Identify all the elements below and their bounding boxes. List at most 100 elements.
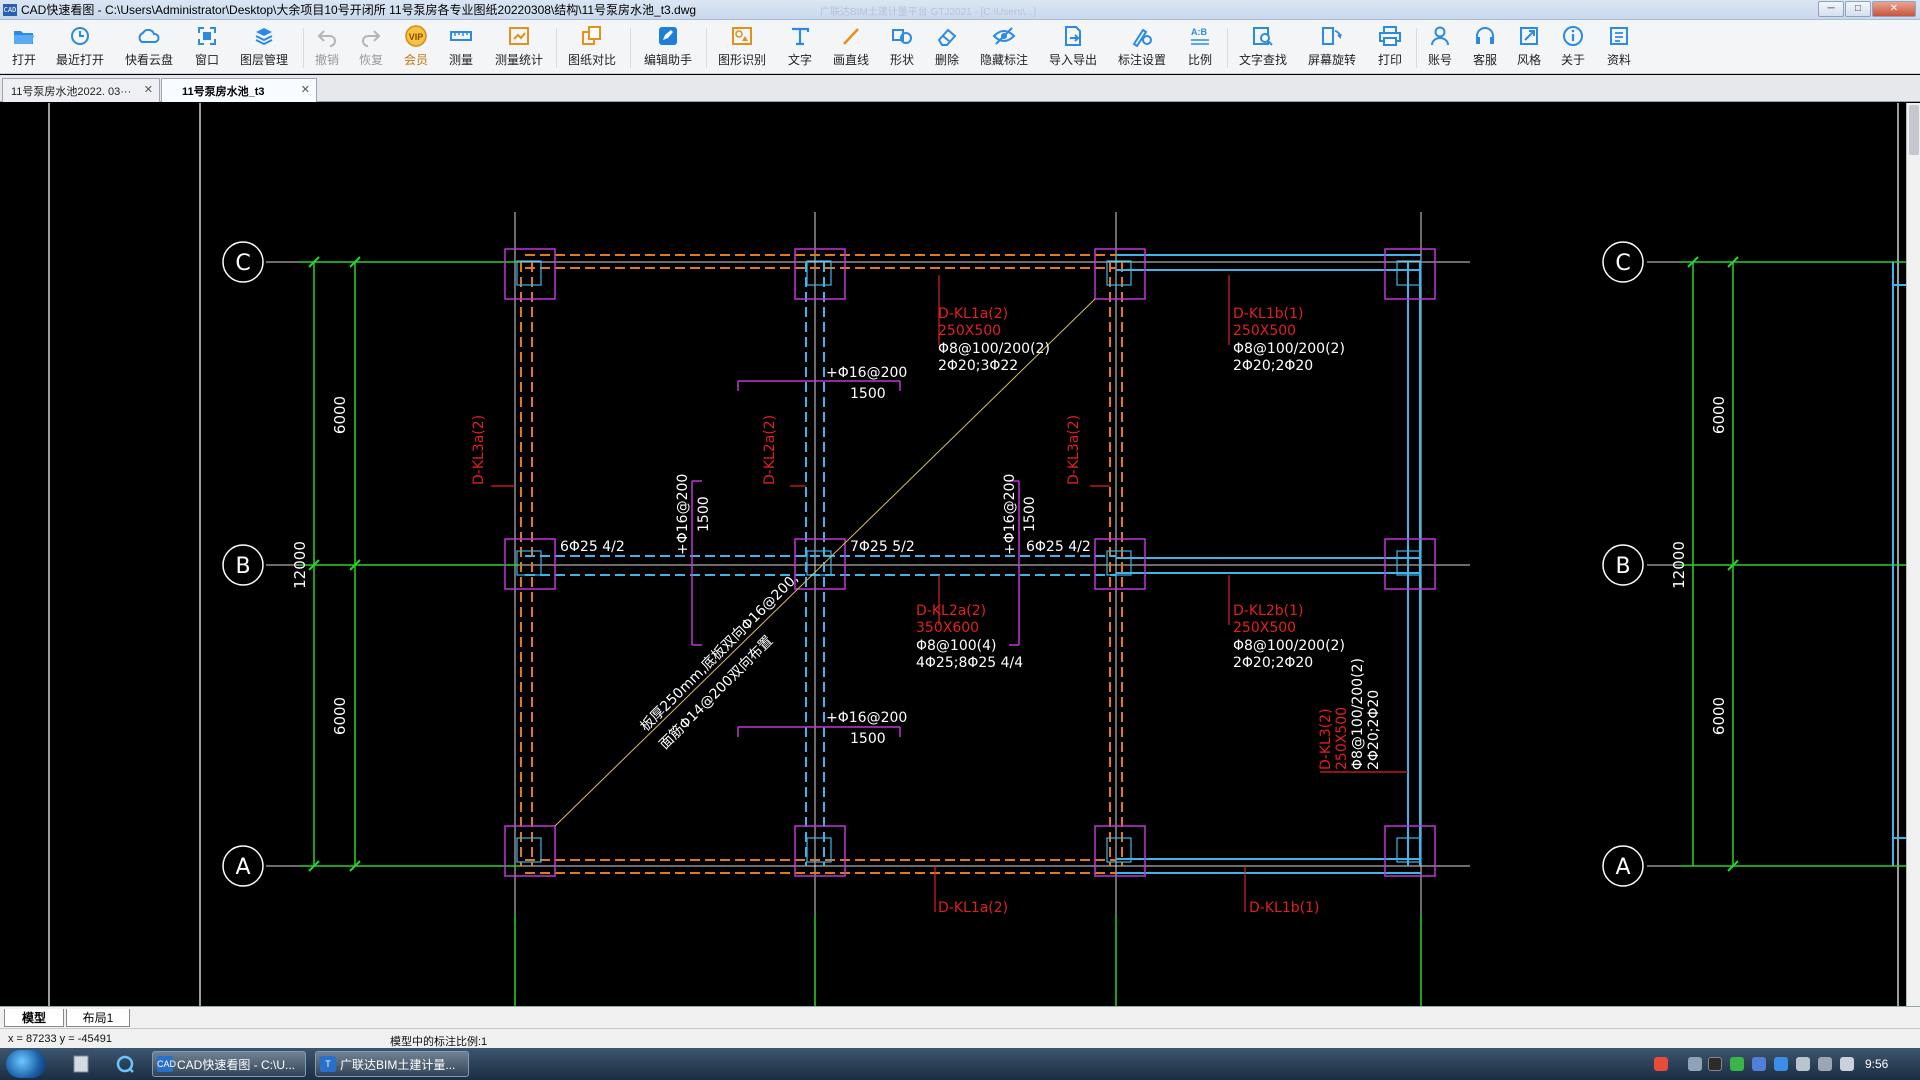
axis-label-b-right: B — [1615, 554, 1630, 579]
about-label: 关于 — [1560, 53, 1585, 67]
measure-stats-button[interactable]: 测量统计 — [493, 24, 545, 72]
toolbar-separator — [1227, 28, 1228, 68]
text-icon — [789, 24, 811, 48]
cloud-label: 快看云盘 — [124, 53, 173, 67]
history-icon — [68, 24, 92, 48]
layers-button[interactable]: 图层管理 — [238, 24, 290, 72]
drawing-canvas[interactable]: 6000 6000 12000 6000 6000 12000 C B A C … — [0, 103, 1906, 1006]
line-button[interactable]: 画直线 — [831, 24, 871, 72]
import-export-button[interactable]: 导入导出 — [1047, 24, 1099, 72]
close-button[interactable]: ✕ — [1872, 1, 1916, 17]
close-tab-icon[interactable]: ✕ — [301, 83, 310, 96]
print-button[interactable]: 打印 — [1375, 24, 1405, 72]
line-icon — [840, 24, 862, 48]
start-button[interactable] — [6, 1050, 46, 1078]
shape-button[interactable]: 形状 — [888, 24, 916, 72]
measure-label: 测量 — [448, 53, 473, 67]
recent-label: 最近打开 — [55, 53, 104, 67]
beam-kl3a-mid: D-KL3a(2) — [1066, 415, 1082, 485]
layers-label: 图层管理 — [239, 53, 288, 67]
undo-button[interactable]: 撤销 — [312, 24, 342, 72]
redo-label: 恢复 — [358, 53, 383, 67]
vip-button[interactable]: VIP 会员 — [401, 24, 431, 72]
wechat-icon[interactable] — [1730, 1057, 1744, 1071]
scrollbar-thumb[interactable] — [1909, 105, 1919, 155]
tab-document-2[interactable]: 11号泵房水池_t3 ✕ — [161, 78, 317, 102]
rebar-top-length: 1500 — [850, 386, 886, 402]
support-label: 客服 — [1472, 53, 1497, 67]
resources-icon — [1608, 24, 1630, 48]
compare-icon — [580, 24, 604, 48]
style-button[interactable]: 风格 — [1514, 24, 1544, 72]
volume-icon[interactable] — [1796, 1057, 1810, 1071]
tab-label: 11号泵房水池_t3 — [182, 85, 265, 98]
about-button[interactable]: 关于 — [1558, 24, 1588, 72]
account-button[interactable]: 账号 — [1425, 24, 1455, 72]
main-toolbar: 打开 最近打开 快看云盘 窗口 图层管理 撤销 恢复 VIP 会员 测量 测量统… — [0, 20, 1920, 74]
shape-recognize-button[interactable]: 图形识别 — [716, 24, 768, 72]
rebar-bottom-note: +Φ16@200 — [826, 710, 907, 726]
file-manager-icon[interactable] — [70, 1053, 92, 1075]
beam-kl1b-top-size: 250X500 — [1233, 323, 1296, 339]
support-button[interactable]: 客服 — [1470, 24, 1500, 72]
compare-label: 图纸对比 — [567, 53, 616, 67]
hide-eye-icon — [991, 24, 1017, 48]
beam-kl2a-name: D-KL2a(2) — [916, 603, 986, 619]
window-icon — [196, 24, 218, 48]
rebar-top-note: +Φ16@200 — [826, 365, 907, 381]
beam-rebar-label-2: 7Φ25 5/2 — [850, 539, 915, 555]
beam-kl1a-top-size: 250X500 — [938, 323, 1001, 339]
annotation-scale-info: 模型中的标注比例:1 — [390, 1036, 488, 1048]
window-button[interactable]: 窗口 — [192, 24, 222, 72]
vertical-scrollbar[interactable] — [1906, 103, 1920, 1006]
taskbar-item-cad-viewer[interactable]: CAD CAD快速看图 - C:\U... — [152, 1051, 306, 1077]
beam-kl3-rebar: 2Φ20;2Φ20 — [1366, 690, 1382, 770]
beam-kl2a-rebar: 4Φ25;8Φ25 4/4 — [916, 655, 1023, 671]
cloud-button[interactable]: 快看云盘 — [122, 24, 176, 72]
network-status-icon[interactable] — [1818, 1057, 1832, 1071]
tab-label: 11号泵房水池2022. 03··· — [11, 85, 132, 98]
text-label: 文字 — [787, 53, 812, 67]
scale-icon: A:B — [1188, 24, 1212, 48]
tab-document-1[interactable]: 11号泵房水池2022. 03··· ✕ — [2, 78, 160, 102]
network-icon[interactable] — [1752, 1057, 1766, 1071]
delete-button[interactable]: 删除 — [933, 24, 961, 72]
rebar-left-note: +Φ16@200 — [675, 474, 691, 555]
hide-mark-button[interactable]: 隐藏标注 — [978, 24, 1030, 72]
security-shield-icon[interactable] — [1774, 1057, 1788, 1071]
qq-icon[interactable] — [1708, 1057, 1722, 1071]
action-center-icon[interactable] — [1840, 1057, 1854, 1071]
edit-assist-button[interactable]: 编辑助手 — [642, 24, 694, 72]
undo-label: 撤销 — [314, 53, 339, 67]
minimize-button[interactable]: ─ — [1818, 1, 1844, 17]
account-label: 账号 — [1427, 53, 1452, 67]
text-search-button[interactable]: 文字查找 — [1237, 24, 1289, 72]
beam-kl1b-top-rebar: 2Φ20;2Φ20 — [1233, 358, 1313, 374]
mark-settings-button[interactable]: 标注设置 — [1116, 24, 1168, 72]
rotate-screen-button[interactable]: 屏幕旋转 — [1306, 24, 1358, 72]
close-tab-icon[interactable]: ✕ — [144, 83, 153, 96]
tab-model[interactable]: 模型 — [4, 1009, 64, 1027]
tab-layout-1[interactable]: 布局1 — [66, 1009, 130, 1027]
open-button[interactable]: 打开 — [6, 24, 42, 72]
tray-expand-icon[interactable] — [1688, 1057, 1702, 1071]
shape-recognize-label: 图形识别 — [717, 53, 766, 67]
beam-kl2b-name: D-KL2b(1) — [1233, 603, 1303, 619]
svg-text:VIP: VIP — [409, 32, 424, 42]
edit-assist-icon — [656, 24, 680, 48]
redo-button[interactable]: 恢复 — [356, 24, 386, 72]
recent-button[interactable]: 最近打开 — [54, 24, 106, 72]
maximize-button[interactable]: □ — [1845, 1, 1871, 17]
svg-text:A:B: A:B — [1191, 27, 1207, 37]
measure-button[interactable]: 测量 — [446, 24, 476, 72]
resources-button[interactable]: 资料 — [1604, 24, 1634, 72]
compare-button[interactable]: 图纸对比 — [566, 24, 618, 72]
input-method-icon[interactable] — [1654, 1057, 1668, 1071]
toolbar-separator — [1416, 28, 1417, 68]
text-button[interactable]: 文字 — [786, 24, 814, 72]
layout-tab-bar: 模型 布局1 — [0, 1006, 1920, 1028]
text-search-icon — [1251, 24, 1275, 48]
taskbar-item-gtj[interactable]: T 广联达BIM土建计量... — [315, 1051, 469, 1077]
browser-icon[interactable] — [114, 1053, 136, 1075]
scale-button[interactable]: A:B 比例 — [1185, 24, 1215, 72]
